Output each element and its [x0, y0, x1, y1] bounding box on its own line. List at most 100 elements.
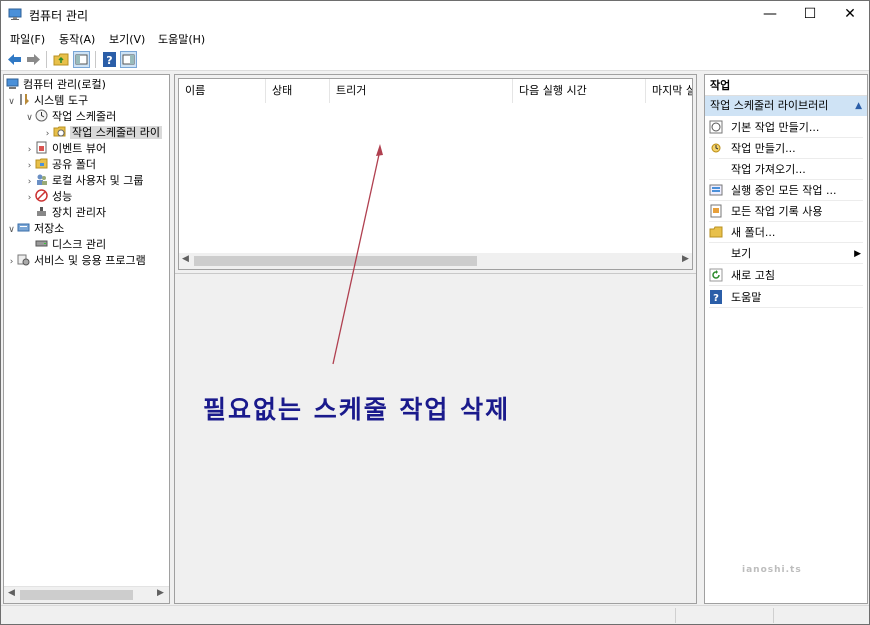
column-header-last-run[interactable]: 마지막 실: [646, 79, 692, 103]
collapse-icon[interactable]: ▲: [855, 96, 862, 116]
expand-arrow-icon[interactable]: ›: [24, 190, 35, 206]
scroll-left-icon[interactable]: ◀: [182, 254, 189, 264]
scroll-right-icon[interactable]: ▶: [682, 254, 689, 264]
expand-arrow-icon[interactable]: ›: [42, 126, 53, 142]
system-tools-icon: [20, 94, 29, 105]
history-icon: [710, 204, 722, 218]
column-header-name[interactable]: 이름: [179, 79, 266, 103]
collapse-arrow-icon[interactable]: ∨: [6, 94, 17, 110]
tree-label-root: 컴퓨터 관리(로컬): [23, 78, 106, 91]
tree-label-shared-folders: 공유 폴더: [52, 158, 96, 171]
tree-node-system-tools[interactable]: ∨ 시스템 도구: [6, 93, 88, 109]
action-refresh[interactable]: 새로 고침: [709, 266, 863, 286]
performance-icon: [35, 189, 48, 202]
action-create-basic-task[interactable]: 기본 작업 만들기...: [709, 118, 863, 138]
up-folder-icon[interactable]: [53, 51, 70, 68]
action-create-task[interactable]: 작업 만들기...: [709, 139, 863, 159]
action-view[interactable]: 보기 ▶: [709, 244, 863, 264]
scroll-right-icon[interactable]: ▶: [157, 588, 164, 598]
action-label: 작업 가져오기...: [731, 163, 806, 176]
action-import-task[interactable]: 작업 가져오기...: [709, 160, 863, 180]
help-icon[interactable]: ?: [101, 51, 118, 68]
svg-text:?: ?: [713, 293, 719, 304]
users-icon: [37, 174, 47, 185]
tree-label-disk-management: 디스크 관리: [52, 238, 107, 251]
column-header-next-run[interactable]: 다음 실행 시간: [513, 79, 646, 103]
expand-arrow-icon[interactable]: ›: [24, 142, 35, 158]
tree-label-performance: 성능: [52, 190, 73, 203]
task-list[interactable]: 이름 상태 트리거 다음 실행 시간 마지막 실 ◀ ▶: [178, 78, 693, 270]
svg-text:?: ?: [106, 54, 112, 67]
annotation-text: 필요없는 스케줄 작업 삭제: [203, 395, 511, 424]
create-task-icon: [711, 143, 721, 153]
action-label: 보기: [731, 247, 752, 260]
menu-file[interactable]: 파일(F): [10, 31, 45, 47]
computer-management-window: 컴퓨터 관리 — ☐ ✕ 파일(F) 동작(A) 보기(V) 도움말(H) ?: [0, 0, 870, 625]
menu-help[interactable]: 도움말(H): [158, 31, 205, 47]
forward-icon[interactable]: [25, 51, 42, 68]
submenu-arrow-icon: ▶: [854, 249, 861, 259]
disk-management-icon: [35, 240, 48, 247]
menu-action[interactable]: 동작(A): [59, 31, 95, 47]
action-label: 작업 만들기...: [731, 142, 796, 155]
tree-node-task-scheduler[interactable]: ∨ 작업 스케줄러: [24, 109, 116, 125]
tree-node-device-manager[interactable]: 장치 관리자: [35, 205, 106, 221]
action-help[interactable]: ? 도움말: [709, 288, 863, 308]
back-icon[interactable]: [6, 51, 23, 68]
tree-label-services: 서비스 및 응용 프로그램: [34, 254, 146, 267]
status-bar: [1, 605, 869, 624]
content-area: 컴퓨터 관리(로컬) ∨ 시스템 도구 ∨ 작업 스케줄러 › 작업 스케줄러 라이 …: [1, 72, 869, 605]
tree-node-services[interactable]: › 서비스 및 응용 프로그램: [6, 253, 146, 269]
show-hide-tree-icon[interactable]: [73, 51, 90, 68]
scrollbar-thumb[interactable]: [194, 256, 477, 266]
expand-arrow-icon[interactable]: ›: [24, 158, 35, 174]
scroll-left-icon[interactable]: ◀: [8, 588, 15, 598]
window-title: 컴퓨터 관리: [29, 9, 89, 23]
actions-section-header[interactable]: 작업 스케줄러 라이브러리 ▲: [705, 96, 867, 116]
basic-task-icon: [709, 120, 723, 134]
action-show-running-tasks[interactable]: 실행 중인 모든 작업 ...: [709, 181, 863, 201]
library-folder-icon: [53, 126, 66, 137]
refresh-icon: [709, 268, 723, 282]
tree-node-task-scheduler-library[interactable]: › 작업 스케줄러 라이: [42, 125, 162, 141]
tree-node-shared-folders[interactable]: › 공유 폴더: [24, 157, 96, 173]
action-new-folder[interactable]: 새 폴더...: [709, 223, 863, 243]
tree-node-storage[interactable]: ∨ 저장소: [6, 221, 64, 237]
scrollbar-thumb[interactable]: [20, 590, 133, 600]
event-viewer-icon: [36, 141, 47, 154]
tree-label-task-scheduler: 작업 스케줄러: [52, 110, 117, 123]
running-tasks-icon: [709, 184, 723, 196]
tree-node-performance[interactable]: › 성능: [24, 189, 72, 205]
expand-arrow-icon[interactable]: ›: [6, 254, 17, 270]
computer-icon: [6, 78, 19, 89]
menu-view[interactable]: 보기(V): [109, 31, 145, 47]
console-tree: 컴퓨터 관리(로컬) ∨ 시스템 도구 ∨ 작업 스케줄러 › 작업 스케줄러 라이 …: [3, 74, 170, 604]
column-header-trigger[interactable]: 트리거: [330, 79, 513, 103]
tree-node-event-viewer[interactable]: › 이벤트 뷰어: [24, 141, 106, 157]
column-header-status[interactable]: 상태: [266, 79, 330, 103]
tree-label-storage: 저장소: [34, 222, 65, 235]
show-hide-action-pane-icon[interactable]: [120, 51, 137, 68]
expand-arrow-icon[interactable]: ›: [24, 174, 35, 190]
tree-node-root[interactable]: 컴퓨터 관리(로컬): [6, 77, 106, 93]
watermark: ianoshi.ts: [742, 565, 802, 575]
folder-icon: [709, 226, 723, 238]
pane-splitter[interactable]: [175, 273, 696, 274]
action-enable-task-history[interactable]: 모든 작업 기록 사용: [709, 202, 863, 222]
collapse-arrow-icon[interactable]: ∨: [24, 110, 35, 126]
tree-node-disk-management[interactable]: 디스크 관리: [35, 237, 106, 253]
close-button[interactable]: ✕: [827, 1, 870, 28]
toolbar: ?: [1, 48, 869, 71]
help-icon: ?: [710, 290, 722, 304]
tree-horizontal-scrollbar[interactable]: ◀ ▶: [4, 586, 169, 603]
action-label: 새로 고침: [731, 269, 775, 282]
list-horizontal-scrollbar[interactable]: ◀ ▶: [179, 253, 692, 269]
tree-node-local-users[interactable]: › 로컬 사용자 및 그룹: [24, 173, 144, 190]
actions-pane: 작업 작업 스케줄러 라이브러리 ▲ 기본 작업 만들기... 작업 만들기..…: [704, 74, 868, 604]
storage-icon: [17, 223, 30, 232]
action-label: 모든 작업 기록 사용: [731, 205, 823, 218]
title-bar: 컴퓨터 관리 — ☐ ✕: [1, 1, 869, 28]
collapse-arrow-icon[interactable]: ∨: [6, 222, 17, 238]
action-label: 도움말: [731, 291, 762, 304]
computer-management-icon: [8, 8, 22, 20]
